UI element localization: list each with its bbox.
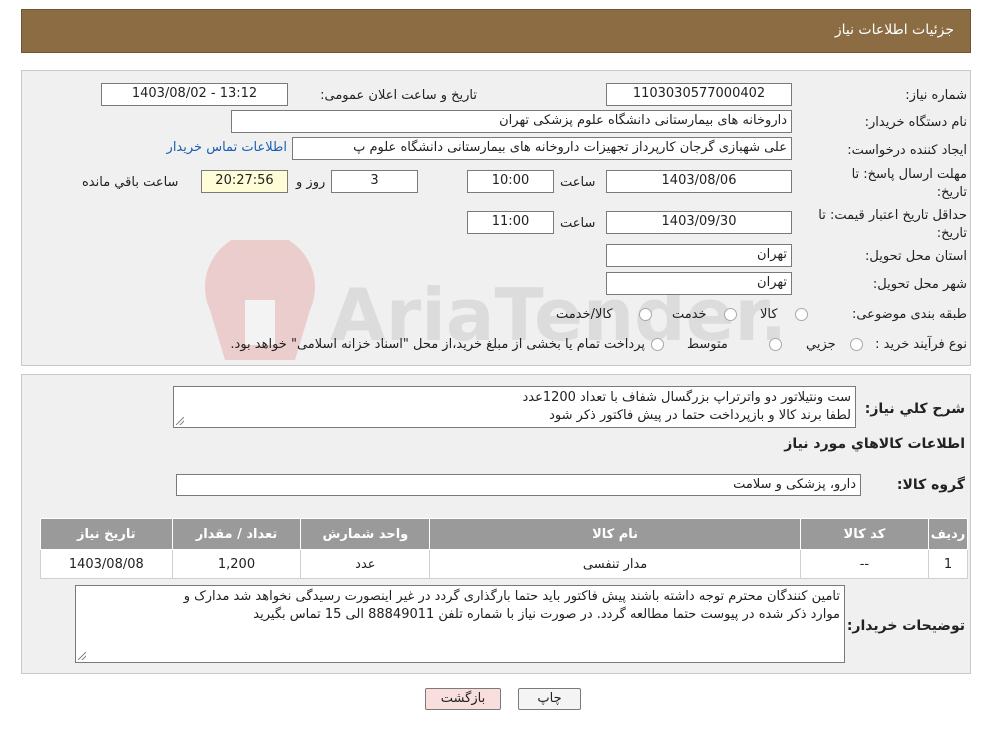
deadline-date-field: 1403/08/06 [606,170,792,193]
buyer-contact-link[interactable]: اطلاعات تماس خریدار [157,140,287,155]
category-service-radio[interactable] [724,308,737,321]
col-goods-name: نام کالا [429,518,801,550]
back-button[interactable]: بازگشت [425,688,501,710]
purchase-type-minor-radio[interactable] [850,338,863,351]
table-row: 1 -- مدار تنفسی عدد 1,200 1403/08/08 [40,549,968,579]
category-service-label: خدمت [672,307,707,322]
province-label: استان محل تحویل: [865,249,967,264]
cell-unit: عدد [300,549,431,579]
resize-grip-icon[interactable] [78,652,86,660]
remaining-time-label: ساعت باقي مانده [82,175,179,190]
description-line-2: لطفا برند کالا و بازپرداخت حتما در پیش ف… [549,408,851,423]
price-validity-date-field: 1403/09/30 [606,211,792,234]
goods-section-title: اطلاعات كالاهاي مورد نياز [784,436,965,452]
print-button[interactable]: چاپ [518,688,581,710]
cell-need-date: 1403/08/08 [40,549,173,579]
requester-field: علی شهبازی گرجان کارپرداز تجهیزات داروخا… [292,137,792,160]
deadline-days-field: 3 [331,170,418,193]
buyer-org-field: داروخانه های بیمارستانی دانشگاه علوم پزش… [231,110,792,133]
deadline-label: مهلت ارسال پاسخ: تا تاریخ: [851,167,967,200]
need-number-field: 1103030577000402 [606,83,792,106]
goods-group-field: دارو، پزشکی و سلامت [176,474,861,496]
goods-table: رديف کد کالا نام کالا واحد شمارش تعداد /… [40,518,968,579]
remaining-time-field: 20:27:56 [201,170,288,193]
price-validity-time-label: ساعت [560,216,596,231]
deadline-time-field: 10:00 [467,170,554,193]
col-goods-code: کد کالا [799,518,930,550]
deadline-time-label: ساعت [560,175,596,190]
province-field: تهران [606,244,792,267]
price-validity-label: حداقل تاریخ اعتبار قیمت: تا تاریخ: [818,208,967,241]
announce-datetime-field: 1403/08/02 - 13:12 [101,83,288,106]
col-unit: واحد شمارش [300,518,431,550]
resize-grip-icon[interactable] [176,417,184,425]
page-header: جزئیات اطلاعات نیاز [21,9,971,53]
treasury-payment-checkbox[interactable] [651,338,664,351]
cell-goods-name: مدار تنفسی [429,549,801,579]
deadline-days-label: روز و [296,175,326,190]
purchase-type-medium-label: متوسط [687,337,728,352]
buyer-org-label: نام دستگاه خریدار: [864,115,967,130]
cell-quantity: 1,200 [171,549,302,579]
category-label: طبقه بندی موضوعی: [851,307,967,322]
need-number-label: شماره نیاز: [905,88,967,103]
description-label: شرح كلي نياز: [864,401,965,417]
city-field: تهران [606,272,792,295]
page-title: جزئیات اطلاعات نیاز [834,22,954,38]
category-goods-radio[interactable] [795,308,808,321]
treasury-payment-note: پرداخت تمام يا بخشی از مبلغ خريد،از محل … [230,337,645,352]
requester-label: ایجاد کننده درخواست: [847,143,967,158]
category-goods-label: کالا [760,307,778,322]
announce-datetime-label: تاریخ و ساعت اعلان عمومی: [320,88,477,103]
category-goods-service-radio[interactable] [639,308,652,321]
buyer-notes-line-2: موارد ذکر شده در پیوست حتما مطالعه گردد.… [253,607,840,622]
city-label: شهر محل تحویل: [872,277,967,292]
col-row-number: رديف [928,518,968,550]
price-validity-time-field: 11:00 [467,211,554,234]
description-line-1: ست ونتیلاتور دو واترتراپ بزرگسال شفاف با… [522,390,851,405]
cell-row-number: 1 [928,549,968,579]
goods-table-header-row: رديف کد کالا نام کالا واحد شمارش تعداد /… [40,518,968,550]
buyer-notes-line-1: تامین کنندگان محترم توجه داشته باشند پیش… [183,589,840,604]
buyer-notes-label: توضیحات خریدار: [846,618,965,634]
purchase-type-label: نوع فرآیند خرید : [875,337,967,352]
purchase-type-minor-label: جزيي [806,337,836,352]
description-textarea[interactable]: ست ونتیلاتور دو واترتراپ بزرگسال شفاف با… [173,386,856,428]
cell-goods-code: -- [799,549,930,579]
category-goods-service-label: کالا/خدمت [556,307,613,322]
col-quantity: تعداد / مقدار [171,518,302,550]
col-need-date: تاریخ نیاز [40,518,173,550]
buyer-notes-textarea[interactable]: تامین کنندگان محترم توجه داشته باشند پیش… [75,585,845,663]
purchase-type-medium-radio[interactable] [769,338,782,351]
goods-group-label: گروه کالا: [896,477,965,493]
